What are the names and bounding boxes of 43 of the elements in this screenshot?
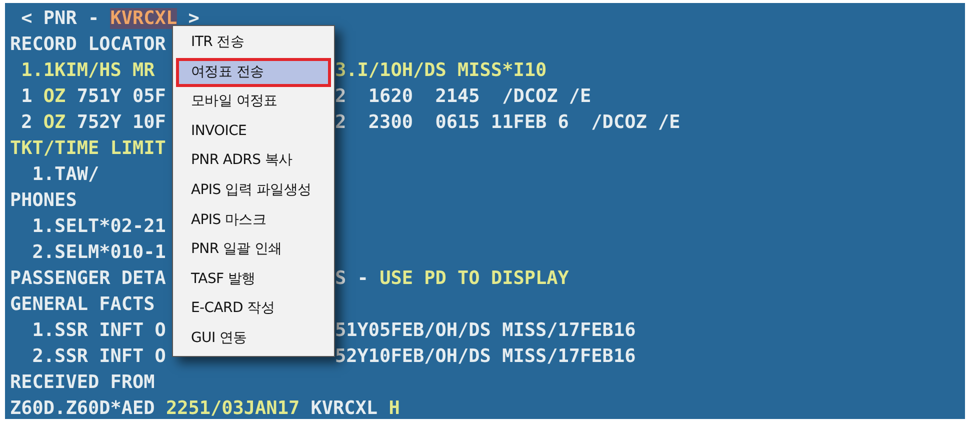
menu-item[interactable]: APIS 입력 파일생성 xyxy=(176,176,331,206)
terminal-text: RECEIVED FROM xyxy=(10,372,155,393)
terminal-text: Z60D.Z60D*AED xyxy=(10,398,156,419)
terminal-text: 2.SELM*010-1 xyxy=(31,242,166,263)
menu-item[interactable]: 여정표 전송 xyxy=(176,58,331,88)
menu-item[interactable]: PNR ADRS 복사 xyxy=(176,146,331,176)
terminal-text: 52Y10FEB/OH/DS MISS/17FEB16 xyxy=(335,346,636,367)
terminal-text: H xyxy=(388,398,400,419)
terminal-text: 2 1620 2145 /DCOZ /E xyxy=(335,86,592,107)
menu-item[interactable]: 모바일 여정표 xyxy=(176,87,331,117)
terminal-text: PASSENGER DETA xyxy=(10,268,166,289)
terminal-text: 2 xyxy=(20,112,34,133)
terminal-text: RECORD LOCATOR xyxy=(10,34,166,55)
terminal-text: OZ xyxy=(43,112,66,133)
menu-item[interactable]: PNR 일괄 인쇄 xyxy=(176,235,331,265)
terminal-text: 1 xyxy=(20,86,34,107)
terminal-text: PHONES xyxy=(10,190,77,211)
menu-item[interactable]: E-CARD 작성 xyxy=(176,294,331,324)
terminal-text: 751Y 05F xyxy=(76,86,166,107)
terminal-text: KVRCXL xyxy=(110,8,178,29)
terminal-text: 2.SSR INFT O xyxy=(31,346,166,367)
terminal-text: 2 2300 0615 11FEB 6 /DCOZ /E xyxy=(335,112,680,133)
terminal-text: GENERAL FACTS xyxy=(10,294,155,315)
terminal-text: 51Y05FEB/OH/DS MISS/17FEB16 xyxy=(335,320,636,341)
terminal-text: KVRCXL xyxy=(310,398,379,419)
terminal-text: S - xyxy=(335,268,370,289)
terminal-text: 752Y 10F xyxy=(76,112,166,133)
terminal-text: 2251/03JAN17 xyxy=(166,398,300,419)
terminal-text: USE PD TO DISPLAY xyxy=(380,268,569,289)
menu-item[interactable]: INVOICE xyxy=(176,116,331,146)
terminal-text: 1.SELT*02-21 xyxy=(31,216,166,237)
menu-item[interactable]: APIS 마스크 xyxy=(176,206,331,236)
terminal-text: < PNR - xyxy=(20,8,100,29)
menu-item[interactable]: TASF 발행 xyxy=(176,264,331,294)
terminal-text: > xyxy=(187,8,200,29)
terminal-text: OZ xyxy=(43,86,66,107)
terminal-text: 1.1KIM/HS MR xyxy=(20,60,155,81)
terminal-text: 3.I/1OH/DS MISS*I10 xyxy=(335,60,547,81)
terminal-text: 1.SSR INFT O xyxy=(31,320,166,341)
terminal-text: 1.TAW/ xyxy=(31,164,100,185)
terminal-text: TKT/TIME LIMIT xyxy=(10,138,166,159)
menu-item[interactable]: ITR 전송 xyxy=(176,28,331,58)
menu-item[interactable]: GUI 연동 xyxy=(176,324,331,354)
